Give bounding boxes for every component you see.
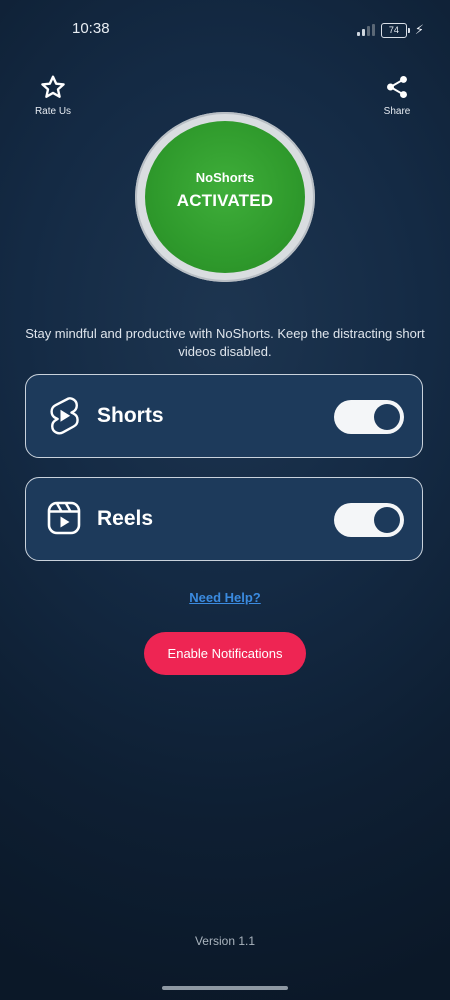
status-circle[interactable]: NoShorts ACTIVATED xyxy=(145,121,305,273)
home-indicator[interactable] xyxy=(162,986,288,990)
star-icon xyxy=(41,75,65,98)
share-label: Share xyxy=(383,106,411,117)
status-icons: 74 ⚡︎ xyxy=(356,22,424,38)
charging-icon: ⚡︎ xyxy=(414,22,424,37)
shorts-label: Shorts xyxy=(97,404,164,427)
shorts-card: Shorts xyxy=(25,374,423,458)
tagline: Stay mindful and productive with NoShort… xyxy=(25,326,425,359)
activation-state: ACTIVATED xyxy=(176,190,274,210)
toggle-knob xyxy=(374,404,400,430)
shorts-icon xyxy=(50,397,79,435)
share-icon xyxy=(387,75,407,99)
share-button[interactable]: Share xyxy=(372,74,422,117)
enable-notifications-button[interactable]: Enable Notifications xyxy=(144,632,306,675)
battery-icon: 74 xyxy=(380,22,410,38)
rate-us-label: Rate Us xyxy=(34,106,72,117)
reels-toggle[interactable] xyxy=(334,503,404,537)
app-name: NoShorts xyxy=(195,169,255,185)
reels-label: Reels xyxy=(97,507,154,530)
help-link-row: Need Help? xyxy=(0,589,450,607)
version-label: Version 1.1 xyxy=(194,934,256,948)
reels-card: Reels xyxy=(25,477,423,561)
reels-icon xyxy=(47,501,81,535)
shorts-toggle[interactable] xyxy=(334,400,404,434)
signal-icon xyxy=(356,24,375,36)
rate-us-button[interactable]: Rate Us xyxy=(26,74,80,117)
toggle-knob xyxy=(374,507,400,533)
status-time: 10:38 xyxy=(72,20,110,37)
need-help-link[interactable]: Need Help? xyxy=(189,590,261,605)
